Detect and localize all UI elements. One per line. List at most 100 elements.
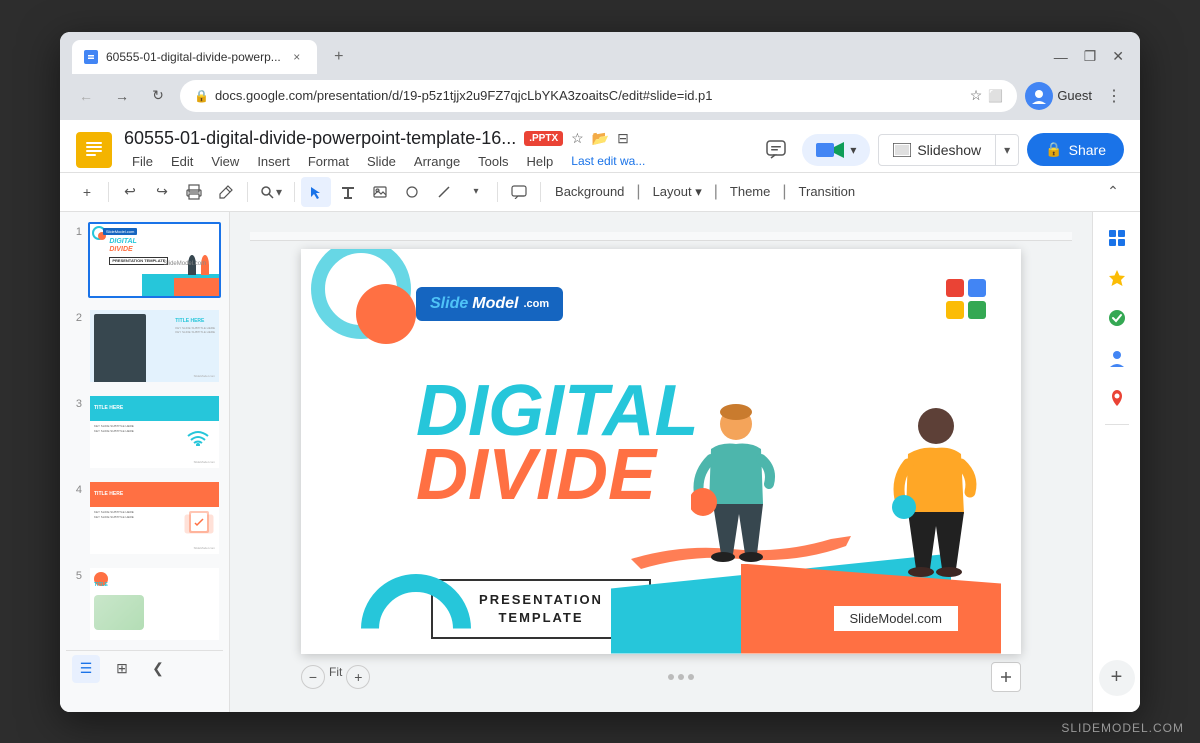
paint-button[interactable] (211, 177, 241, 207)
tab-close-button[interactable]: × (289, 49, 305, 65)
toolbar-right: ⌃ (1098, 177, 1128, 207)
sidebar-maps-icon[interactable] (1099, 380, 1135, 416)
zoom-dropdown[interactable]: ▾ (254, 182, 288, 202)
slide-num-1: 1 (68, 226, 82, 238)
zoom-level-display: ▾ (276, 185, 282, 199)
menu-insert[interactable]: Insert (249, 151, 298, 172)
refresh-button[interactable]: ↻ (144, 82, 172, 110)
zoom-in-button[interactable]: + (346, 665, 370, 689)
active-tab[interactable]: 60555-01-digital-divide-powerp... × (72, 40, 317, 74)
sidebar-user-icon[interactable] (1099, 340, 1135, 376)
menu-arrange[interactable]: Arrange (406, 151, 468, 172)
add-slide-button[interactable] (991, 662, 1021, 692)
menu-file[interactable]: File (124, 151, 161, 172)
undo-button[interactable]: ↩ (115, 177, 145, 207)
slidemodel-logo: SlideModel.com (416, 287, 563, 321)
folder-button[interactable]: 📂 (592, 130, 609, 147)
browser-menu-button[interactable]: ⋮ (1100, 82, 1128, 110)
right-sidebar: + (1092, 212, 1140, 712)
forward-button[interactable]: → (108, 82, 136, 110)
slide-img-5[interactable]: TITLE (88, 566, 221, 642)
canvas-nav (668, 674, 694, 680)
share-button[interactable]: 🔒 Share (1027, 133, 1124, 166)
filename: 60555-01-digital-divide-powerpoint-templ… (124, 128, 516, 149)
menu-view[interactable]: View (203, 151, 247, 172)
address-bar[interactable]: 🔒 docs.google.com/presentation/d/19-p5z1… (180, 80, 1017, 112)
chat-button[interactable] (758, 132, 794, 168)
layout-label: Layout ▾ (653, 184, 702, 200)
nav-dot-1 (668, 674, 674, 680)
nav-dot-2 (678, 674, 684, 680)
sidebar-star-icon[interactable] (1099, 260, 1135, 296)
slide-thumb-3[interactable]: 3 TITLE HERE KEY SLIDE SUBTITLE HEREKEY … (66, 392, 223, 472)
slide-canvas: SlideModel.com DIGITAL (301, 249, 1021, 654)
redo-button[interactable]: ↪ (147, 177, 177, 207)
menu-slide[interactable]: Slide (359, 151, 404, 172)
slide-thumb-4[interactable]: 4 TITLE HERE KEY SLIDE SUBTITLE HEREKEY … (66, 478, 223, 558)
nav-dot-3 (688, 674, 694, 680)
last-edit-text: Last edit wa... (571, 154, 645, 168)
select-tool-button[interactable] (301, 177, 331, 207)
collapse-toolbar-button[interactable]: ⌃ (1098, 177, 1128, 207)
window-controls: — ❐ ✕ (1054, 48, 1128, 65)
meet-button[interactable]: ▾ (802, 134, 870, 166)
grid-view-button[interactable]: ⊞ (108, 655, 136, 683)
slide-thumb-2[interactable]: 2 TITLE HERE KEY SLIDE SUBTITLE HEREKEY … (66, 306, 223, 386)
slide-panel-bottom: ☰ ⊞ ❮ (66, 650, 223, 687)
maximize-button[interactable]: ❐ (1084, 48, 1097, 65)
slide-thumb-1[interactable]: 1 SlideModel.com DIGITAL DIVIDE PRESENTA… (66, 220, 223, 300)
slideshow-button[interactable]: Slideshow ▾ (878, 134, 1019, 166)
print-button[interactable] (179, 177, 209, 207)
new-tab-button[interactable]: + (325, 43, 353, 71)
background-button[interactable]: Background (547, 180, 632, 203)
theme-label: Theme (730, 184, 770, 199)
slide-img-1[interactable]: SlideModel.com DIGITAL DIVIDE PRESENTATI… (88, 222, 221, 298)
more-tools-dropdown[interactable]: ▾ (461, 177, 491, 207)
slide-num-3: 3 (68, 398, 82, 410)
comment-button[interactable] (504, 177, 534, 207)
theme-button[interactable]: Theme (722, 180, 778, 203)
image-tool-button[interactable] (365, 177, 395, 207)
menu-format[interactable]: Format (300, 151, 357, 172)
bookmark-icon[interactable]: ☆ (970, 87, 983, 104)
sidebar-add-button[interactable]: + (1099, 660, 1135, 696)
zoom-out-button[interactable]: − (301, 665, 325, 689)
slide-img-2[interactable]: TITLE HERE KEY SLIDE SUBTITLE HEREKEY SL… (88, 308, 221, 384)
close-button[interactable]: ✕ (1112, 48, 1124, 65)
add-button[interactable]: + (72, 177, 102, 207)
background-label: Background (555, 184, 624, 199)
slideshow-main[interactable]: Slideshow (879, 135, 996, 165)
toolbar-sep-2 (247, 182, 248, 202)
zoom-controls: − Fit + (301, 665, 370, 689)
menu-tools[interactable]: Tools (470, 151, 516, 172)
slide-img-4[interactable]: TITLE HERE KEY SLIDE SUBTITLE HEREKEY SL… (88, 480, 221, 556)
text-tool-button[interactable] (333, 177, 363, 207)
present-tab-icon[interactable]: ⬜ (988, 89, 1003, 103)
menu-help[interactable]: Help (519, 151, 562, 172)
slide-thumb-5[interactable]: 5 TITLE (66, 564, 223, 644)
transition-button[interactable]: Transition (791, 180, 864, 203)
transition-label: Transition (799, 184, 856, 199)
menu-row: File Edit View Insert Format Slide Arran… (124, 151, 746, 172)
presentation-button[interactable]: ⊟ (617, 130, 629, 147)
google-icon (946, 279, 986, 319)
layout-button[interactable]: Layout ▾ (645, 180, 710, 204)
zoom-fit-button[interactable]: Fit (329, 665, 342, 689)
list-view-button[interactable]: ☰ (72, 655, 100, 683)
minimize-button[interactable]: — (1054, 49, 1068, 65)
shape-tool-button[interactable] (397, 177, 427, 207)
star-button[interactable]: ☆ (571, 130, 584, 147)
profile-button[interactable]: Guest (1025, 82, 1092, 110)
sidebar-check-icon[interactable] (1099, 300, 1135, 336)
slide-img-3[interactable]: TITLE HERE KEY SLIDE SUBTITLE HEREKEY SL… (88, 394, 221, 470)
back-button[interactable]: ← (72, 82, 100, 110)
slideshow-dropdown-button[interactable]: ▾ (996, 136, 1018, 164)
sidebar-divider (1105, 424, 1129, 425)
page-watermark: SLIDEMODEL.COM (1061, 721, 1184, 735)
collapse-panel-button[interactable]: ❮ (144, 655, 172, 683)
line-tool-button[interactable] (429, 177, 459, 207)
slide-content: SlideModel.com DIGITAL (301, 249, 1021, 654)
sidebar-grid-icon[interactable] (1099, 220, 1135, 256)
slides-title-section: 60555-01-digital-divide-powerpoint-templ… (124, 128, 746, 172)
menu-edit[interactable]: Edit (163, 151, 201, 172)
